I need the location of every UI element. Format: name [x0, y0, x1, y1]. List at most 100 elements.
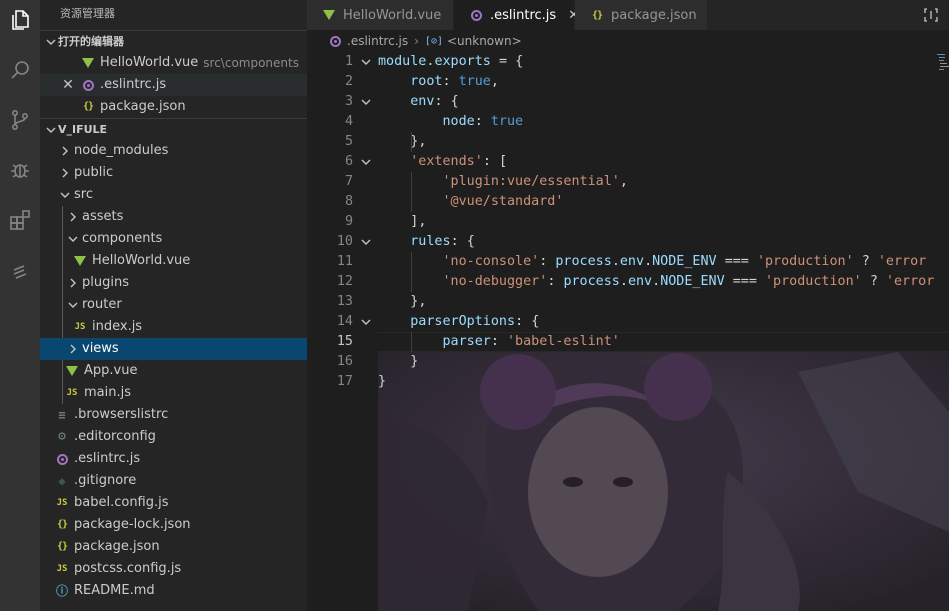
- code-text: node: true: [442, 114, 524, 129]
- line-number: 5: [344, 134, 353, 149]
- code-line[interactable]: 5 },: [307, 132, 949, 152]
- fold-chevron-icon[interactable]: [359, 312, 373, 332]
- code-line[interactable]: 4 node: true: [307, 112, 949, 132]
- js-icon: JS: [74, 322, 86, 332]
- json-icon: {}: [56, 519, 68, 530]
- tree-file-readme[interactable]: ⓘ README.md: [40, 580, 307, 602]
- tree-folder-views[interactable]: views: [40, 338, 307, 360]
- code-line[interactable]: 17}: [307, 372, 949, 392]
- search-icon[interactable]: [4, 54, 36, 86]
- code-line[interactable]: 13 },: [307, 292, 949, 312]
- tree-file-app-vue[interactable]: App.vue: [40, 360, 307, 382]
- symbol-icon: [⊘]: [424, 35, 443, 47]
- tree-folder-components[interactable]: components: [40, 228, 307, 250]
- source-control-icon[interactable]: [4, 104, 36, 136]
- line-number: 1: [344, 54, 353, 69]
- code-line[interactable]: 10 rules: {: [307, 232, 949, 252]
- tree-file-editorconfig[interactable]: ⚙ .editorconfig: [40, 426, 307, 448]
- tree-file-package-lock[interactable]: {} package-lock.json: [40, 514, 307, 536]
- code-line[interactable]: 6 'extends': [: [307, 152, 949, 172]
- tree-folder-public[interactable]: public: [40, 162, 307, 184]
- code-line[interactable]: 15 parser: 'babel-eslint': [307, 332, 949, 352]
- tree-label: .browserslistrc: [74, 407, 169, 422]
- tab-eslintrc[interactable]: .eslintrc.js ✕: [454, 0, 579, 30]
- fold-chevron-icon[interactable]: [359, 152, 373, 172]
- info-icon: ⓘ: [55, 584, 68, 598]
- open-editors-header[interactable]: 打开的编辑器: [40, 30, 307, 52]
- open-editor-item[interactable]: ✕ .eslintrc.js: [40, 74, 307, 96]
- tree-file-browserslistrc[interactable]: ≡ .browserslistrc: [40, 404, 307, 426]
- code-text: },: [410, 294, 427, 309]
- tree-file-babel-config[interactable]: JS babel.config.js: [40, 492, 307, 514]
- tree-label: router: [82, 297, 122, 312]
- vue-icon: [80, 52, 96, 74]
- extensions-icon[interactable]: [4, 204, 36, 236]
- tree-label: assets: [82, 209, 124, 224]
- close-icon[interactable]: ✕: [60, 74, 76, 96]
- code-line[interactable]: 2 root: true,: [307, 72, 949, 92]
- chevron-down-icon: [66, 228, 80, 250]
- code-line[interactable]: 8 '@vue/standard': [307, 192, 949, 212]
- chevron-right-icon: [66, 206, 80, 228]
- tree-folder-src[interactable]: src: [40, 184, 307, 206]
- line-number: 16: [336, 354, 353, 369]
- tree-file-package-json[interactable]: {} package.json: [40, 536, 307, 558]
- line-number: 15: [336, 334, 353, 349]
- breadcrumb-file[interactable]: .eslintrc.js: [347, 34, 408, 48]
- open-editor-label: package.json: [100, 99, 186, 114]
- indent-guide: [411, 252, 412, 292]
- code-line[interactable]: 9 ],: [307, 212, 949, 232]
- fold-chevron-icon[interactable]: [359, 232, 373, 252]
- debug-icon[interactable]: [4, 154, 36, 186]
- tab-package-json[interactable]: {} package.json: [575, 0, 708, 30]
- js-icon: JS: [56, 498, 68, 508]
- code-text: parserOptions: {: [410, 314, 540, 329]
- tree-label: views: [82, 341, 119, 356]
- line-number: 14: [336, 314, 353, 329]
- sidebar-title: 资源管理器: [60, 7, 115, 20]
- tree-folder-router[interactable]: router: [40, 294, 307, 316]
- eslint-icon: [54, 448, 70, 470]
- tree-file-helloworld[interactable]: HelloWorld.vue: [40, 250, 307, 272]
- explorer-sidebar: 资源管理器 打开的编辑器 HelloWorld.vue src\componen…: [40, 0, 307, 611]
- tree-folder-plugins[interactable]: plugins: [40, 272, 307, 294]
- code-line[interactable]: 12 'no-debugger': process.env.NODE_ENV =…: [307, 272, 949, 292]
- vue-icon: [72, 250, 88, 272]
- remote-icon[interactable]: [4, 254, 36, 286]
- tree-file-postcss-config[interactable]: JS postcss.config.js: [40, 558, 307, 580]
- code-line[interactable]: 3 env: {: [307, 92, 949, 112]
- code-line[interactable]: 7 'plugin:vue/essential',: [307, 172, 949, 192]
- tree-file-main-js[interactable]: JS main.js: [40, 382, 307, 404]
- tree-file-index-js[interactable]: JS index.js: [40, 316, 307, 338]
- gear-icon: ⚙: [58, 429, 66, 444]
- code-line[interactable]: 1 module.exports = {: [307, 52, 949, 72]
- explorer-icon[interactable]: [4, 4, 36, 36]
- open-editors-label: 打开的编辑器: [58, 34, 124, 48]
- tree-label: .editorconfig: [74, 429, 156, 444]
- code-text: root: true,: [410, 74, 499, 89]
- chevron-right-icon: [58, 162, 72, 184]
- code-line[interactable]: 14 parserOptions: {: [307, 312, 949, 332]
- open-editor-item[interactable]: {} package.json: [40, 96, 307, 118]
- tree-label: node_modules: [74, 143, 169, 158]
- code-line[interactable]: 11 'no-console': process.env.NODE_ENV ==…: [307, 252, 949, 272]
- line-number: 3: [344, 94, 353, 109]
- line-number: 9: [344, 214, 353, 229]
- code-text: }: [378, 374, 387, 389]
- fold-chevron-icon[interactable]: [359, 52, 373, 72]
- split-editor-icon[interactable]: [923, 7, 939, 27]
- open-editor-label: HelloWorld.vue: [100, 55, 199, 70]
- open-editor-item[interactable]: HelloWorld.vue src\components: [40, 52, 307, 74]
- fold-chevron-icon[interactable]: [359, 92, 373, 112]
- code-editor[interactable]: 1 module.exports = {2 root: true, 3 env: {…: [307, 52, 949, 611]
- chevron-down-icon: [66, 294, 80, 316]
- json-icon: {}: [591, 9, 603, 21]
- tree-folder-assets[interactable]: assets: [40, 206, 307, 228]
- code-line[interactable]: 16 }: [307, 352, 949, 372]
- tree-file-gitignore[interactable]: ◆ .gitignore: [40, 470, 307, 492]
- tab-helloworld-vue[interactable]: HelloWorld.vue: [307, 0, 454, 30]
- tree-folder-node-modules[interactable]: node_modules: [40, 140, 307, 162]
- project-header[interactable]: V_IFULE: [40, 118, 307, 140]
- breadcrumb-symbol[interactable]: <unknown>: [447, 34, 522, 48]
- tree-file-eslintrc[interactable]: .eslintrc.js: [40, 448, 307, 470]
